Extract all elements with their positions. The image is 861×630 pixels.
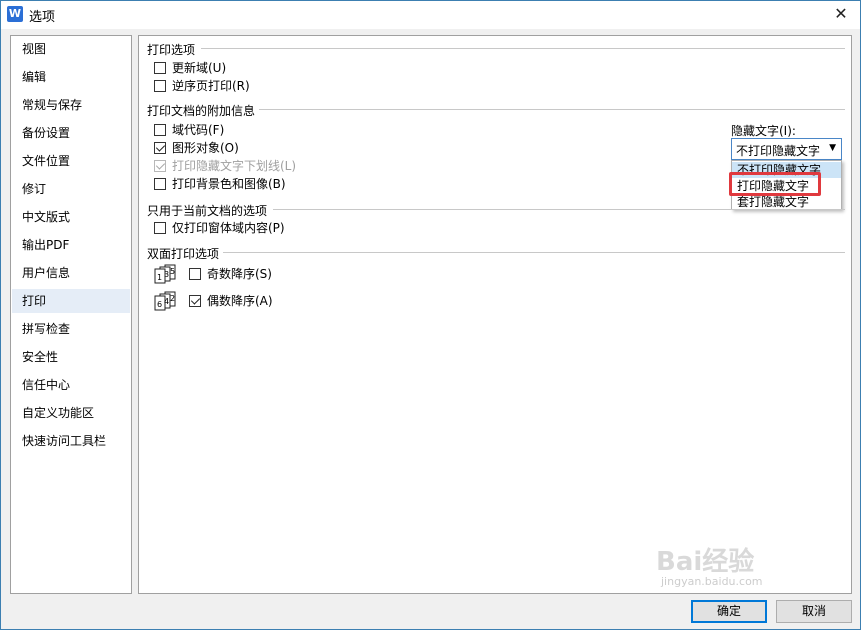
hidden-underline-label: 打印隐藏文字下划线(L) <box>172 159 297 173</box>
svg-text:1: 1 <box>157 273 162 282</box>
sidebar-item-backup[interactable]: 备份设置 <box>12 121 130 145</box>
chevron-down-icon: ▼ <box>829 143 836 153</box>
reverse-print-checkbox[interactable] <box>154 80 166 92</box>
odd-descending-checkbox[interactable] <box>189 268 201 280</box>
reverse-print-label: 逆序页打印(R) <box>172 79 250 93</box>
drawing-objects-label: 图形对象(O) <box>172 141 239 155</box>
even-descending-pages-icon: 6 4 2 <box>154 291 176 311</box>
wps-app-icon: W <box>7 6 23 22</box>
baidu-watermark: Bai经验 <box>656 547 755 577</box>
section-divider <box>259 109 845 110</box>
dropdown-option-print-hidden[interactable]: 打印隐藏文字 <box>732 178 841 194</box>
dropdown-option-overlay-hidden[interactable]: 套打隐藏文字 <box>732 194 841 210</box>
print-options-panel: 打印选项 更新域(U) 逆序页打印(R) 打印文档的附加信息 域代码(F) 图形… <box>138 35 852 594</box>
even-descending-checkbox[interactable] <box>189 295 201 307</box>
svg-text:3: 3 <box>164 270 169 279</box>
svg-text:2: 2 <box>170 294 175 303</box>
sidebar-item-spell-check[interactable]: 拼写检查 <box>12 317 130 341</box>
section-divider <box>223 252 845 253</box>
sidebar-item-quick-access-toolbar[interactable]: 快速访问工具栏 <box>12 429 130 453</box>
svg-text:6: 6 <box>157 300 162 309</box>
sidebar-item-export-pdf[interactable]: 输出PDF <box>12 233 130 257</box>
odd-descending-label: 奇数降序(S) <box>207 267 272 281</box>
close-icon[interactable]: ✕ <box>829 3 853 25</box>
even-descending-label: 偶数降序(A) <box>207 294 273 308</box>
title-bar: W 选项 ✕ <box>1 1 860 29</box>
background-checkbox[interactable] <box>154 178 166 190</box>
options-sidebar: 视图 编辑 常规与保存 备份设置 文件位置 修订 中文版式 输出PDF 用户信息… <box>10 35 132 594</box>
dialog-title: 选项 <box>29 10 56 25</box>
section-divider <box>201 48 845 49</box>
hidden-text-label: 隐藏文字(I): <box>731 124 796 138</box>
odd-descending-pages-icon: 1 3 5 <box>154 264 176 284</box>
field-codes-label: 域代码(F) <box>172 123 225 137</box>
section-title-current-doc: 只用于当前文档的选项 <box>147 204 268 218</box>
sidebar-item-security[interactable]: 安全性 <box>12 345 130 369</box>
svg-text:4: 4 <box>164 297 169 306</box>
sidebar-item-edit[interactable]: 编辑 <box>12 65 130 89</box>
sidebar-item-print[interactable]: 打印 <box>12 289 130 313</box>
background-label: 打印背景色和图像(B) <box>172 177 286 191</box>
section-title-duplex: 双面打印选项 <box>147 247 220 261</box>
sidebar-item-customize-ribbon[interactable]: 自定义功能区 <box>12 401 130 425</box>
sidebar-item-chinese-layout[interactable]: 中文版式 <box>12 205 130 229</box>
form-data-only-label: 仅打印窗体域内容(P) <box>172 221 285 235</box>
sidebar-item-trust-center[interactable]: 信任中心 <box>12 373 130 397</box>
sidebar-item-file-location[interactable]: 文件位置 <box>12 149 130 173</box>
sidebar-item-view[interactable]: 视图 <box>12 37 130 61</box>
hidden-text-dropdown-list: 不打印隐藏文字 打印隐藏文字 套打隐藏文字 <box>731 160 842 210</box>
form-data-only-checkbox[interactable] <box>154 222 166 234</box>
baidu-watermark-url: jingyan.baidu.com <box>661 575 763 588</box>
hidden-text-selected-value: 不打印隐藏文字 <box>736 144 821 158</box>
sidebar-item-revision[interactable]: 修订 <box>12 177 130 201</box>
options-dialog: W 选项 ✕ 视图 编辑 常规与保存 备份设置 文件位置 修订 中文版式 输出P… <box>0 0 861 630</box>
field-codes-checkbox[interactable] <box>154 124 166 136</box>
ok-button[interactable]: 确定 <box>691 600 767 623</box>
hidden-text-select[interactable]: 不打印隐藏文字 ▼ <box>731 138 842 160</box>
sidebar-item-user-info[interactable]: 用户信息 <box>12 261 130 285</box>
section-divider <box>273 209 845 210</box>
section-title-extra-info: 打印文档的附加信息 <box>147 104 256 118</box>
cancel-button[interactable]: 取消 <box>776 600 852 623</box>
update-fields-checkbox[interactable] <box>154 62 166 74</box>
section-title-print-options: 打印选项 <box>147 43 196 57</box>
svg-text:5: 5 <box>170 267 175 276</box>
update-fields-label: 更新域(U) <box>172 61 227 75</box>
hidden-underline-checkbox <box>154 160 166 172</box>
dropdown-option-no-print-hidden[interactable]: 不打印隐藏文字 <box>732 162 841 178</box>
sidebar-item-general-save[interactable]: 常规与保存 <box>12 93 130 117</box>
drawing-objects-checkbox[interactable] <box>154 142 166 154</box>
